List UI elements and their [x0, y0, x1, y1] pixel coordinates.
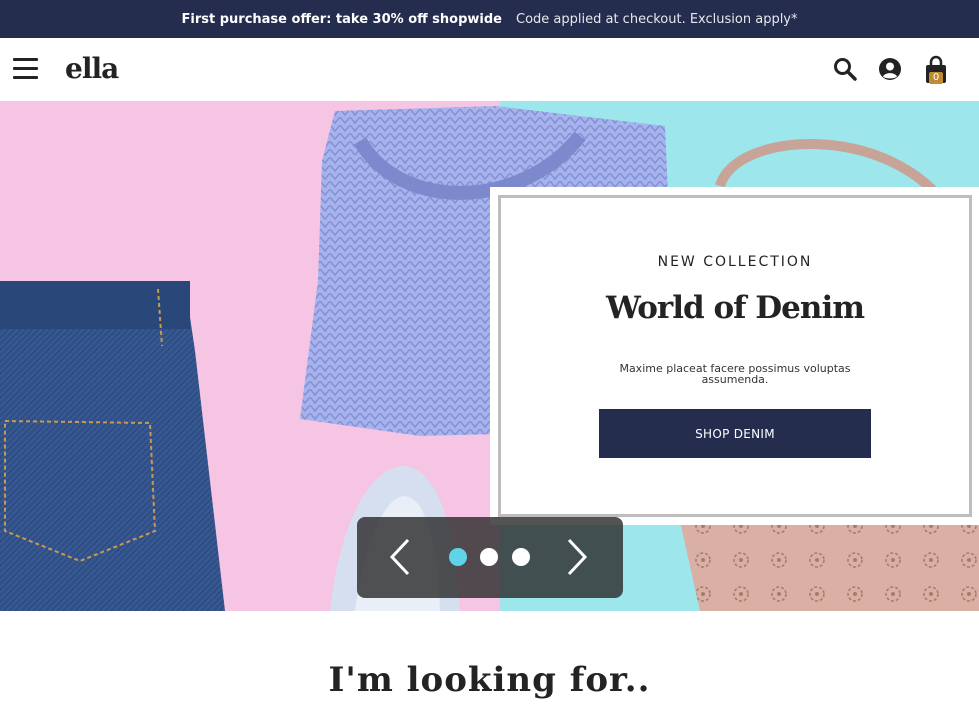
hero-caption-panel: NEW COLLECTION World of Denim Maxime pla…	[490, 187, 979, 525]
shop-denim-button[interactable]: SHOP DENIM	[599, 409, 871, 458]
cart-button[interactable]: 0	[924, 55, 948, 85]
account-icon[interactable]	[878, 57, 902, 81]
announcement-offer: First purchase offer: take 30% off shopw…	[181, 11, 503, 27]
site-header: ella 0	[0, 38, 979, 101]
hero-caption-box: NEW COLLECTION World of Denim Maxime pla…	[498, 195, 972, 517]
cart-count-badge: 0	[929, 72, 943, 84]
chevron-left-icon[interactable]	[388, 537, 412, 577]
hero-subtitle: NEW COLLECTION	[657, 254, 813, 270]
search-icon[interactable]	[833, 57, 857, 81]
slide-dot-2[interactable]	[480, 548, 498, 566]
announcement-note: Code applied at checkout. Exclusion appl…	[516, 11, 798, 27]
slide-dot-1[interactable]	[449, 548, 467, 566]
chevron-right-icon[interactable]	[565, 537, 589, 577]
hero-description: Maxime placeat facere possimus voluptas …	[619, 362, 851, 386]
announcement-bar: First purchase offer: take 30% off shopw…	[0, 0, 979, 38]
section-title: I'm looking for..	[328, 660, 651, 700]
hero-slideshow: NEW COLLECTION World of Denim Maxime pla…	[0, 101, 979, 611]
hero-title: World of Denim	[605, 290, 865, 326]
slideshow-controls	[357, 517, 623, 598]
slide-dot-3[interactable]	[512, 548, 530, 566]
menu-icon[interactable]	[13, 58, 39, 80]
logo[interactable]: ella	[65, 52, 119, 85]
